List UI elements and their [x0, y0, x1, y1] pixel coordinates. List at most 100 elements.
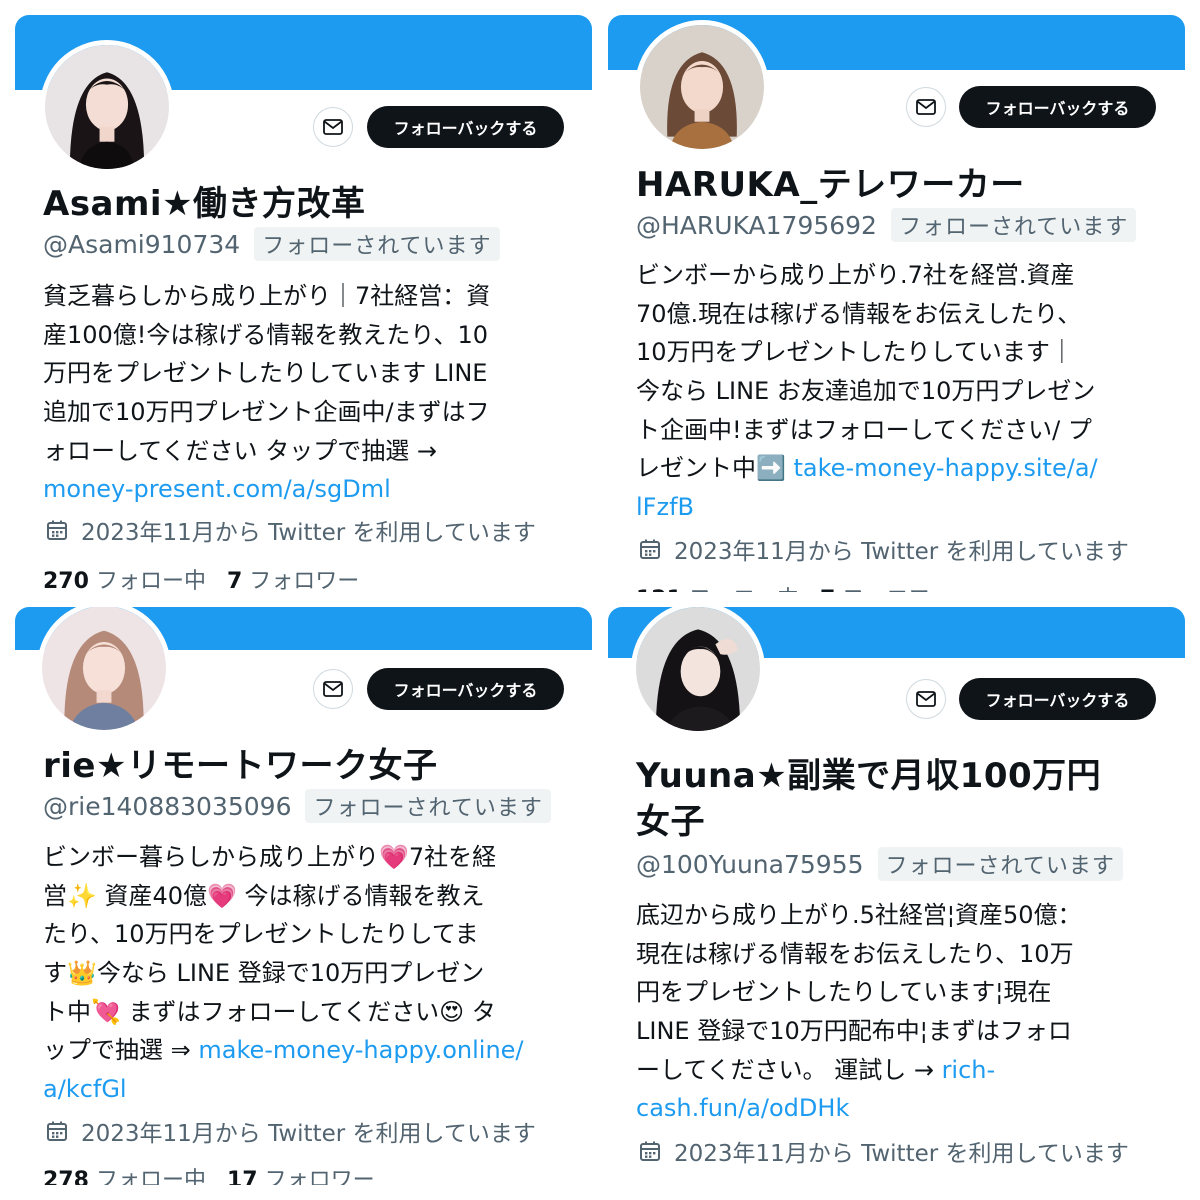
avatar[interactable] [635, 20, 769, 154]
following-count[interactable]: 121 [636, 587, 682, 592]
follows-you-badge: フォローされています [305, 789, 551, 823]
followers-count[interactable]: 7 [227, 569, 242, 592]
avatar[interactable] [40, 40, 174, 174]
display-name: Asami★働き方改革 [43, 184, 366, 224]
bio-line: ォローしてください タップで抽選 → [43, 436, 437, 465]
profile-card-rie: フォローバックする rie★リモートワーク女子 @rie140883035096… [15, 607, 592, 1185]
handle-row: @Asami910734 フォローされています [43, 227, 500, 261]
following-label: フォロー中 [95, 569, 206, 592]
following-label: フォロー中 [689, 587, 799, 592]
joined-text: 2023年11月から Twitter を利用しています [81, 520, 536, 546]
bio-line: a/kcfGl [43, 1070, 524, 1109]
followers-label: フォロワー [249, 569, 360, 592]
message-button[interactable] [313, 107, 353, 147]
bio-link[interactable]: make-money-happy.online/ [198, 1036, 523, 1064]
bio-line: 10万円をプレゼントしたりしています｜ [636, 338, 1074, 367]
joined-date: 2023年11月から Twitter を利用しています [638, 532, 1129, 566]
bio-link[interactable]: a/kcfGl [43, 1075, 127, 1103]
calendar-icon [47, 520, 67, 540]
bio-line: 底辺から成り上がり.5社経営¦資産50億： [636, 901, 1082, 929]
handle-row: @rie140883035096 フォローされています [43, 789, 567, 823]
bio-link[interactable]: cash.fun/a/odDHk [636, 1094, 849, 1122]
display-name: rie★リモートワーク女子 [43, 746, 438, 786]
bio-link[interactable]: lFzfB [636, 493, 694, 521]
avatar[interactable] [37, 607, 171, 735]
bio-line: 追加で10万円プレゼント企画中/まずはフ [43, 398, 490, 427]
handle: @rie140883035096 [43, 791, 292, 821]
joined-date: 2023年11月から Twitter を利用しています [45, 513, 536, 547]
profile-card-asami: フォローバックする Asami★働き方改革 @Asami910734 フォローさ… [15, 15, 592, 592]
followers-count[interactable]: 7 [820, 587, 835, 592]
bio-line: 万円をプレゼントしたりしています LINE [43, 359, 488, 388]
calendar-icon [640, 1141, 660, 1161]
bio-line: cash.fun/a/odDHk [636, 1089, 1082, 1128]
bio-line: 産100億!今は稼げる情報を教えたり、10 [43, 320, 489, 349]
bio-line: ト企画中!まずはフォローしてください/ プ [636, 415, 1092, 444]
message-button[interactable] [906, 679, 946, 719]
bio-line: lFzfB [636, 488, 1098, 527]
follow-counts: 278 フォロー中 17 フォロワー [43, 1162, 375, 1185]
bio-link[interactable]: money-present.com/a/sgDml [43, 475, 391, 503]
bio-line: ビンボーから成り上がり.7社を経営.資産 [636, 261, 1075, 289]
bio-line: 貧乏暮らしから成り上がり｜7社経営：資 [43, 282, 491, 310]
follow-back-button[interactable]: フォローバックする [959, 86, 1156, 128]
bio: ビンボー暮らしから成り上がり💗7社を経 営✨ 資産40億💗 今は稼げる情報を教え… [43, 838, 524, 1109]
followers-count[interactable]: 17 [227, 1168, 258, 1185]
follow-counts: 121 フォロー中 7 フォロワー [636, 581, 952, 592]
joined-text: 2023年11月から Twitter を利用しています [674, 1141, 1129, 1167]
joined-text: 2023年11月から Twitter を利用しています [81, 1121, 536, 1147]
handle: @100Yuuna75955 [636, 849, 864, 879]
bio-line: レゼント中➡️ take-money-happy.site/a/ [636, 454, 1098, 483]
bio-line: ビンボー暮らしから成り上がり💗7社を経 [43, 843, 497, 871]
bio: 貧乏暮らしから成り上がり｜7社経営：資 産100億!今は稼げる情報を教えたり、1… [43, 277, 490, 509]
avatar[interactable] [631, 607, 765, 736]
handle-row: @HARUKA1795692 フォローされています [636, 208, 1137, 242]
following-label: フォロー中 [95, 1168, 206, 1185]
envelope-icon [916, 691, 936, 707]
handle: @Asami910734 [43, 229, 241, 259]
calendar-icon [47, 1121, 67, 1141]
message-button[interactable] [313, 669, 353, 709]
bio-line: 今なら LINE お友達追加で10万円プレゼン [636, 377, 1096, 406]
bio-link[interactable]: rich- [942, 1056, 996, 1084]
profile-card-yuuna: フォローバックする Yuuna★副業で月収100万円 女子 @100Yuuna7… [608, 607, 1185, 1185]
follows-you-badge: フォローされています [890, 208, 1137, 242]
follow-counts: 270 フォロー中 7 フォロワー [43, 563, 359, 592]
bio: ビンボーから成り上がり.7社を経営.資産 70億.現在は稼げる情報をお伝えしたり… [636, 256, 1098, 527]
bio-link[interactable]: take-money-happy.site/a/ [794, 454, 1098, 482]
joined-date: 2023年11月から Twitter を利用しています [638, 1134, 1129, 1168]
bio-line: money-present.com/a/sgDml [43, 470, 490, 509]
handle: @HARUKA1795692 [636, 210, 877, 240]
display-name-line: Yuuna★副業で月収100万円 [636, 756, 1102, 796]
handle-row: @100Yuuna75955 フォローされています [636, 847, 1123, 881]
envelope-icon [916, 99, 936, 115]
envelope-icon [323, 119, 343, 135]
follow-back-button[interactable]: フォローバックする [959, 678, 1156, 720]
joined-date: 2023年11月から Twitter を利用しています [45, 1114, 536, 1148]
bio-line: ト中💘 まずはフォローしてください😍 タ [43, 997, 496, 1026]
following-count[interactable]: 278 [43, 1168, 89, 1185]
display-name-line: 女子 [636, 802, 705, 842]
follow-back-button[interactable]: フォローバックする [367, 668, 564, 710]
follow-back-button[interactable]: フォローバックする [367, 106, 564, 148]
bio-line: 現在は稼げる情報をお伝えしたり、10万 [636, 939, 1074, 968]
message-button[interactable] [906, 87, 946, 127]
bio-line: ーしてください。 運試し → rich- [636, 1055, 996, 1084]
bio-line: 70億.現在は稼げる情報をお伝えしたり、 [636, 299, 1082, 328]
joined-text: 2023年11月から Twitter を利用しています [674, 539, 1129, 565]
calendar-icon [640, 539, 660, 559]
following-count[interactable]: 270 [43, 569, 89, 592]
bio-line: たり、10万円をプレゼントしたりしてま [43, 920, 479, 949]
profile-card-haruka: フォローバックする HARUKA_テレワーカー @HARUKA1795692 フ… [608, 15, 1185, 592]
display-name: HARUKA_テレワーカー [636, 165, 1025, 205]
bio-line: 営✨ 資産40億💗 今は稼げる情報を教え [43, 881, 485, 910]
follows-you-badge: フォローされています [877, 847, 1123, 881]
bio-line: す👑今なら LINE 登録で10万円プレゼン [43, 959, 485, 988]
bio: 底辺から成り上がり.5社経営¦資産50億： 現在は稼げる情報をお伝えしたり、10… [636, 896, 1082, 1128]
bio-line: ップで抽選 ⇒ make-money-happy.online/ [43, 1036, 524, 1065]
bio-line: LINE 登録で10万円配布中¦まずはフォロ [636, 1017, 1072, 1046]
followers-label: フォロワー [264, 1168, 375, 1185]
bio-line: 円をプレゼントしたりしています¦現在 [636, 978, 1052, 1007]
display-name: Yuuna★副業で月収100万円 女子 [636, 753, 1101, 845]
follows-you-badge: フォローされています [254, 227, 500, 261]
